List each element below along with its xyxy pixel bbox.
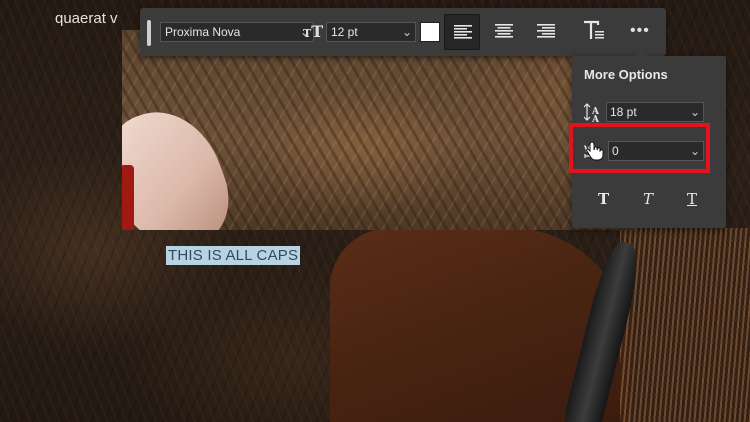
text-options-toggle-button[interactable] bbox=[583, 20, 605, 47]
hand-cursor-icon bbox=[586, 141, 604, 161]
text-toolbar: Proxima Nova ⌄ TT 12 pt ⌄ ••• bbox=[140, 8, 666, 56]
font-size-icon: TT bbox=[303, 22, 324, 41]
more-options-button[interactable]: ••• bbox=[630, 22, 650, 40]
font-family-select[interactable]: Proxima Nova ⌄ bbox=[160, 22, 314, 42]
align-left-icon bbox=[454, 25, 472, 39]
chevron-down-icon: ⌄ bbox=[689, 105, 700, 119]
selected-text-layer[interactable]: THIS IS ALL CAPS bbox=[166, 246, 301, 265]
text-options-icon bbox=[584, 20, 604, 39]
leading-icon: A A bbox=[584, 103, 600, 123]
chevron-down-icon: ⌄ bbox=[401, 25, 412, 39]
align-center-button[interactable] bbox=[486, 14, 522, 50]
layer-preview bbox=[122, 30, 635, 230]
underline-button[interactable]: T bbox=[687, 190, 697, 208]
leading-value: 18 pt bbox=[610, 105, 637, 119]
panel-title: More Options bbox=[584, 67, 668, 82]
drag-handle[interactable] bbox=[147, 20, 151, 46]
leading-select[interactable]: 18 pt ⌄ bbox=[606, 102, 704, 122]
align-right-button[interactable] bbox=[528, 14, 564, 50]
faux-bold-button[interactable]: T bbox=[598, 190, 609, 208]
hair-image bbox=[620, 228, 750, 422]
panel-pointer bbox=[634, 49, 648, 56]
background-text: quaerat v bbox=[55, 10, 118, 27]
align-center-icon bbox=[495, 24, 513, 38]
text-color-swatch[interactable] bbox=[420, 22, 440, 42]
sleeve-image bbox=[122, 165, 134, 230]
font-size-select[interactable]: 12 pt ⌄ bbox=[326, 22, 416, 42]
svg-text:A: A bbox=[591, 115, 600, 123]
align-left-button[interactable] bbox=[444, 14, 480, 50]
font-size-value: 12 pt bbox=[331, 25, 358, 39]
faux-italic-button[interactable]: T bbox=[643, 190, 653, 208]
font-family-value: Proxima Nova bbox=[165, 25, 241, 39]
align-right-icon bbox=[537, 24, 555, 38]
